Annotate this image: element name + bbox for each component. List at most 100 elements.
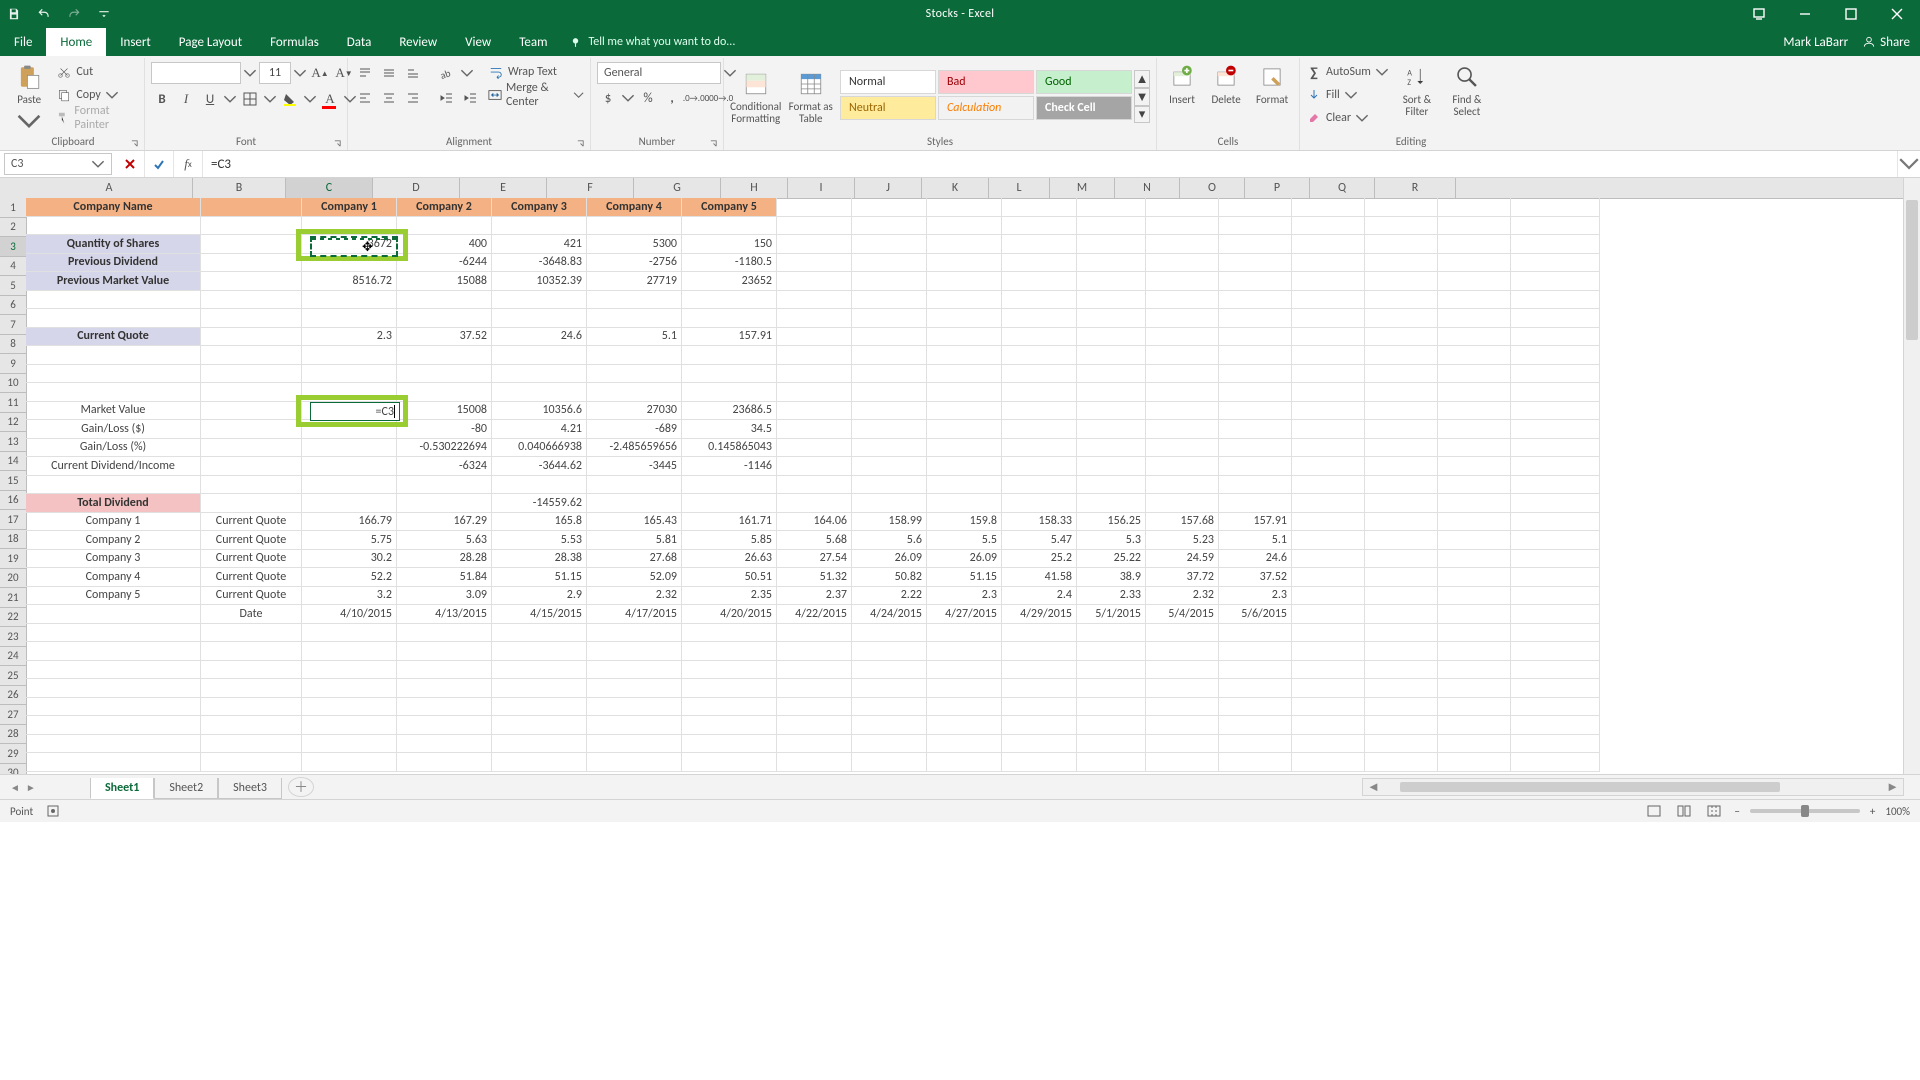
- cell[interactable]: [1365, 402, 1438, 421]
- cell[interactable]: 2.32: [587, 587, 682, 606]
- cell[interactable]: 2.35: [682, 587, 777, 606]
- cell[interactable]: -2.485659656: [587, 439, 682, 458]
- cell[interactable]: [927, 698, 1002, 717]
- cell[interactable]: Company 3: [492, 198, 587, 217]
- cell[interactable]: [777, 235, 852, 254]
- cell[interactable]: [1438, 383, 1511, 402]
- row-header-25[interactable]: 25: [0, 666, 26, 686]
- cell[interactable]: [852, 642, 927, 661]
- cell[interactable]: [1146, 476, 1219, 495]
- cell[interactable]: [1511, 568, 1600, 587]
- cell[interactable]: 5.63: [397, 531, 492, 550]
- cell[interactable]: [1511, 624, 1600, 643]
- cell[interactable]: [1077, 402, 1146, 421]
- cell[interactable]: [1219, 476, 1292, 495]
- cell[interactable]: [852, 402, 927, 421]
- column-header-G[interactable]: G: [634, 178, 721, 198]
- cell[interactable]: [1365, 605, 1438, 624]
- cell[interactable]: 400: [397, 235, 492, 254]
- cell[interactable]: [927, 735, 1002, 754]
- cell[interactable]: [1219, 402, 1292, 421]
- cell[interactable]: 161.71: [682, 513, 777, 532]
- cell[interactable]: [1146, 217, 1219, 236]
- cell[interactable]: [1365, 642, 1438, 661]
- cell[interactable]: [492, 291, 587, 310]
- cell[interactable]: [1511, 420, 1600, 439]
- row-header-4[interactable]: 4: [0, 257, 26, 277]
- cell[interactable]: [1002, 494, 1077, 513]
- cell[interactable]: [1002, 365, 1077, 384]
- cell[interactable]: [682, 661, 777, 680]
- cell[interactable]: [1511, 531, 1600, 550]
- cell[interactable]: [26, 309, 201, 328]
- worksheet-grid[interactable]: ABCDEFGHIJKLMNOPQR 123456789101112131415…: [0, 178, 1920, 774]
- cell[interactable]: [397, 494, 492, 513]
- cell[interactable]: [1292, 198, 1365, 217]
- cell[interactable]: [777, 365, 852, 384]
- cell[interactable]: Company 1: [302, 198, 397, 217]
- cell[interactable]: [1365, 568, 1438, 587]
- cell[interactable]: [201, 346, 302, 365]
- cell[interactable]: [302, 735, 397, 754]
- row-header-13[interactable]: 13: [0, 432, 26, 452]
- cell[interactable]: [1511, 383, 1600, 402]
- cell[interactable]: 167.29: [397, 513, 492, 532]
- column-header-O[interactable]: O: [1180, 178, 1245, 198]
- cell[interactable]: 27030: [587, 402, 682, 421]
- cell[interactable]: [777, 661, 852, 680]
- cell[interactable]: [302, 476, 397, 495]
- row-header-1[interactable]: 1: [0, 198, 26, 218]
- cell[interactable]: [1365, 328, 1438, 347]
- cell[interactable]: [201, 476, 302, 495]
- cell[interactable]: 28.38: [492, 550, 587, 569]
- cell-styles-gallery[interactable]: Normal Bad Good Neutral Calculation Chec…: [840, 70, 1132, 123]
- cell[interactable]: [1077, 365, 1146, 384]
- cell[interactable]: -3644.62: [492, 457, 587, 476]
- cell[interactable]: 4/15/2015: [492, 605, 587, 624]
- cell[interactable]: [26, 624, 201, 643]
- cell[interactable]: [1077, 217, 1146, 236]
- row-header-6[interactable]: 6: [0, 296, 26, 316]
- cell[interactable]: [492, 642, 587, 661]
- align-bottom-icon[interactable]: [402, 62, 424, 84]
- cell[interactable]: 50.51: [682, 568, 777, 587]
- row-header-15[interactable]: 15: [0, 471, 26, 491]
- cell[interactable]: [1219, 346, 1292, 365]
- view-page-break-icon[interactable]: [1704, 803, 1724, 819]
- cell[interactable]: [777, 716, 852, 735]
- cancel-formula-icon[interactable]: [116, 151, 145, 177]
- cell[interactable]: [1511, 198, 1600, 217]
- cell[interactable]: [302, 494, 397, 513]
- cell[interactable]: 5.75: [302, 531, 397, 550]
- cell[interactable]: [1146, 272, 1219, 291]
- cell[interactable]: [1002, 383, 1077, 402]
- cell[interactable]: [777, 476, 852, 495]
- cell[interactable]: [1365, 550, 1438, 569]
- font-color-icon[interactable]: A: [319, 88, 341, 110]
- cell[interactable]: [1146, 624, 1219, 643]
- cell[interactable]: [1292, 235, 1365, 254]
- vertical-scrollbar-thumb[interactable]: [1906, 200, 1918, 340]
- cell[interactable]: [1002, 439, 1077, 458]
- cell[interactable]: [1077, 698, 1146, 717]
- cell[interactable]: [927, 198, 1002, 217]
- row-header-21[interactable]: 21: [0, 588, 26, 608]
- cell[interactable]: [302, 217, 397, 236]
- fill-color-icon[interactable]: [279, 88, 301, 110]
- cell[interactable]: [587, 476, 682, 495]
- cell[interactable]: [1077, 291, 1146, 310]
- cell[interactable]: [201, 217, 302, 236]
- cell[interactable]: [201, 642, 302, 661]
- cell[interactable]: [1002, 476, 1077, 495]
- cell[interactable]: [777, 457, 852, 476]
- cell[interactable]: [1511, 328, 1600, 347]
- cell[interactable]: [1002, 716, 1077, 735]
- cell[interactable]: [1146, 346, 1219, 365]
- cell[interactable]: [1438, 753, 1511, 772]
- sheet-nav-arrows[interactable]: ◄►: [0, 781, 90, 794]
- cell[interactable]: [1077, 235, 1146, 254]
- name-box[interactable]: C3: [4, 153, 112, 175]
- row-header-18[interactable]: 18: [0, 530, 26, 550]
- row-header-22[interactable]: 22: [0, 608, 26, 628]
- cell[interactable]: -80: [397, 420, 492, 439]
